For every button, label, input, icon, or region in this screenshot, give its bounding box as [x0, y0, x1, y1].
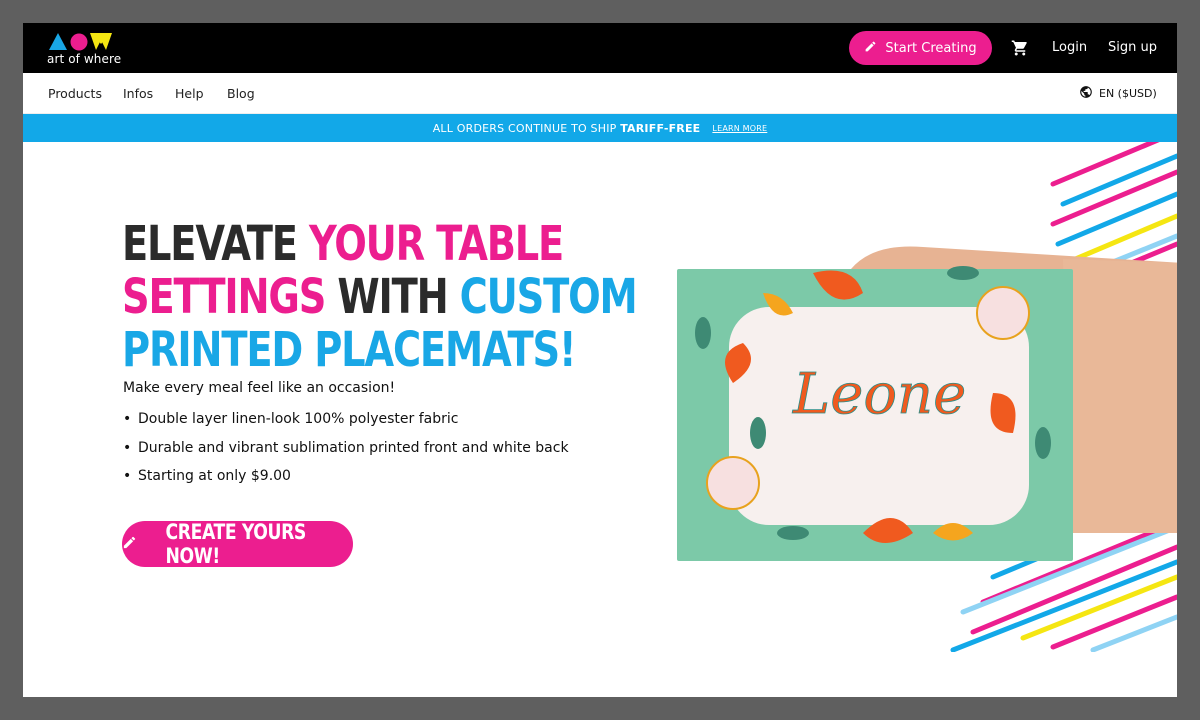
start-creating-label: Start Creating	[885, 40, 977, 56]
nav-item-blog[interactable]: Blog	[227, 86, 255, 101]
logo-text[interactable]: art of where	[47, 52, 121, 66]
feature-item: • Double layer linen-look 100% polyester …	[123, 411, 569, 440]
language-selector[interactable]: EN ($USD)	[1079, 85, 1157, 102]
pencil-icon	[864, 40, 877, 57]
logo-shapes-icon	[49, 33, 112, 51]
feature-list: • Double layer linen-look 100% polyester …	[123, 411, 569, 497]
headline-line2-part2: WITH	[337, 269, 460, 325]
bullet-icon: •	[123, 468, 132, 484]
pencil-icon	[122, 535, 137, 554]
headline-line1-part1: ELEVATE	[122, 216, 309, 272]
login-link[interactable]: Login	[1052, 40, 1087, 55]
feature-text: Durable and vibrant sublimation printed …	[138, 439, 569, 456]
bullet-icon: •	[123, 411, 132, 427]
headline-line3: PRINTED PLACEMATS!	[122, 322, 576, 378]
banner-text-bold: TARIFF-FREE	[620, 121, 701, 135]
placemat-text: Leone	[792, 362, 966, 427]
learn-more-link[interactable]: LEARN MORE	[712, 124, 767, 133]
main-nav: Products Infos Help Blog EN ($USD)	[23, 73, 1177, 114]
feature-text: Double layer linen-look 100% polyester f…	[138, 411, 459, 427]
banner-text-pre: ALL ORDERS CONTINUE TO SHIP	[432, 121, 617, 135]
feature-item: • Durable and vibrant sublimation printed…	[123, 440, 569, 469]
placemat-product-image: Leone	[677, 246, 1177, 561]
headline-line2-part3: CUSTOM	[459, 269, 638, 325]
signup-link[interactable]: Sign up	[1108, 40, 1157, 55]
feature-item: • Starting at only $9.00	[123, 468, 569, 497]
globe-icon	[1079, 85, 1093, 102]
language-label: EN ($USD)	[1099, 87, 1157, 100]
hero-subline: Make every meal feel like an occasion!	[123, 380, 396, 396]
nav-item-products[interactable]: Products	[48, 86, 102, 101]
create-yours-now-button[interactable]: CREATE YOURS NOW!	[122, 520, 353, 568]
top-bar: art of where Start Creating Login Sign u…	[23, 23, 1177, 73]
create-yours-now-label: CREATE YOURS NOW!	[165, 520, 307, 568]
announcement-banner: ALL ORDERS CONTINUE TO SHIP TARIFF-FREE …	[23, 114, 1177, 142]
bullet-icon: •	[123, 439, 132, 456]
start-creating-button[interactable]: Start Creating	[849, 31, 992, 65]
feature-text: Starting at only $9.00	[138, 468, 291, 484]
hero-headline: ELEVATE YOUR TABLE SETTINGS WITH CUSTOM …	[122, 216, 638, 377]
nav-item-infos[interactable]: Infos	[123, 86, 153, 101]
headline-line2-part1: SETTINGS	[122, 269, 338, 325]
browser-page: art of where Start Creating Login Sign u…	[23, 23, 1177, 697]
banner-text: ALL ORDERS CONTINUE TO SHIP TARIFF-FREE	[433, 122, 701, 135]
nav-item-help[interactable]: Help	[175, 86, 204, 101]
headline-line1-part2: YOUR TABLE	[308, 216, 564, 272]
cart-icon[interactable]	[1011, 39, 1029, 57]
